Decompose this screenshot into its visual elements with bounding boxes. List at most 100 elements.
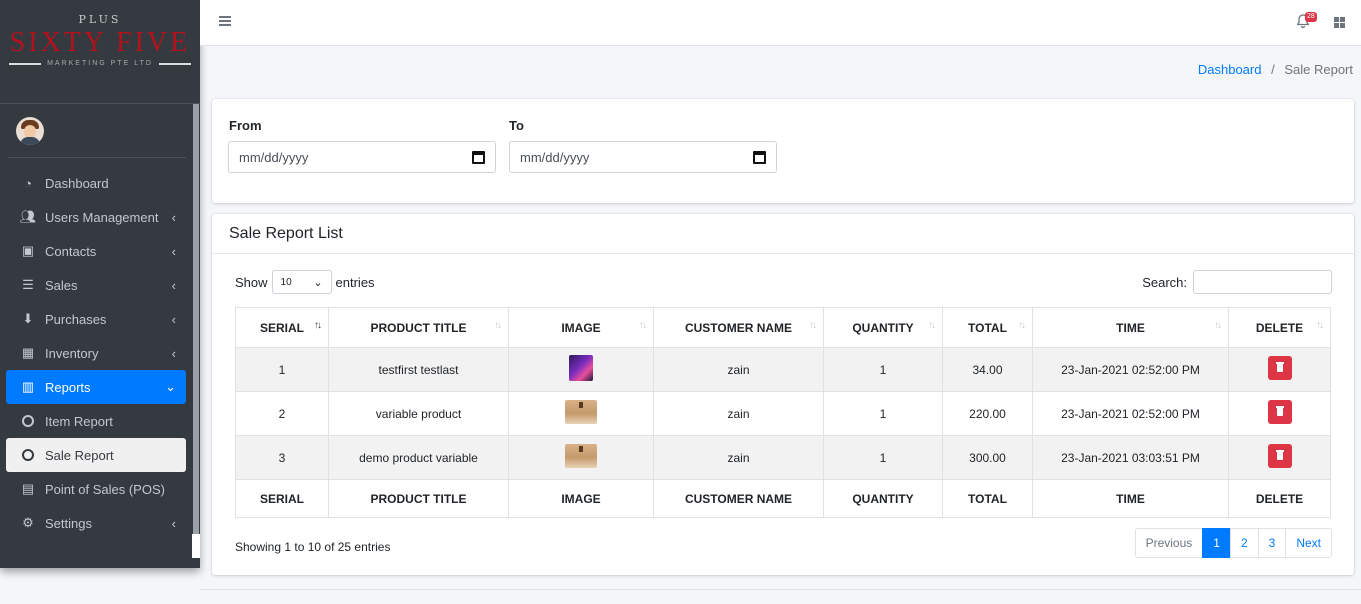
sidebar-item-label: Item Report: [45, 413, 113, 429]
menu-toggle-icon[interactable]: [219, 15, 231, 27]
brand-logo[interactable]: PLUS SIXTY FIVE MARKETING PTE LTD: [0, 0, 200, 104]
sort-icon: ↑↓: [809, 320, 817, 331]
table-row: 2 variable product zain 1 220.00 23-Jan-…: [235, 391, 1331, 436]
cell-customer-name: zain: [653, 391, 824, 436]
divider: [158, 62, 191, 65]
delete-button[interactable]: [1267, 356, 1292, 380]
sidebar-item-dashboard[interactable]: ◔ Dashboard: [6, 166, 186, 200]
scrollbar-thumb[interactable]: [193, 104, 199, 534]
search-control: Search:: [1142, 270, 1332, 294]
sidebar-scrollbar[interactable]: [192, 104, 200, 568]
sidebar-item-purchases[interactable]: ⬇ Purchases ‹: [6, 302, 186, 336]
footer-product-title: PRODUCT TITLE: [328, 479, 509, 518]
table-row: 3 demo product variable zain 1 300.00 23…: [235, 435, 1331, 480]
sort-icon: ↑↓: [494, 320, 502, 331]
sidebar-item-label: Inventory: [45, 345, 99, 361]
previous-page-button[interactable]: Previous: [1134, 528, 1204, 558]
cell-delete: [1228, 391, 1331, 436]
product-thumbnail: [569, 355, 593, 381]
column-header-image[interactable]: IMAGE ↑↓: [508, 307, 654, 348]
sidebar-item-settings[interactable]: ⚙ Settings ‹: [6, 506, 186, 540]
sidebar-item-sales[interactable]: ☰ Sales ‹: [6, 268, 186, 302]
breadcrumb-current: Sale Report: [1284, 62, 1353, 77]
sidebar-item-label: Sale Report: [45, 447, 114, 463]
page-3-button[interactable]: 3: [1257, 528, 1287, 558]
sale-report-card: Sale Report List Show 10 ⌄ entries Searc…: [212, 214, 1354, 575]
column-header-delete[interactable]: DELETE ↑↓: [1228, 307, 1331, 348]
breadcrumb-separator: /: [1271, 62, 1275, 77]
sidebar-item-item-report[interactable]: Item Report: [6, 404, 186, 438]
cell-delete: [1228, 435, 1331, 480]
calendar-icon[interactable]: [753, 150, 766, 164]
chevron-left-icon: ‹: [171, 243, 176, 259]
search-label: Search:: [1142, 274, 1187, 290]
sort-icon: ↑↓: [1018, 320, 1026, 331]
sort-icon: ↑↓: [639, 320, 647, 331]
bar-chart-icon: ▥: [21, 379, 35, 394]
column-header-product-title[interactable]: PRODUCT TITLE ↑↓: [328, 307, 509, 348]
chevron-left-icon: ‹: [171, 311, 176, 327]
entries-select[interactable]: 10 ⌄: [271, 270, 332, 294]
chevron-down-icon: ⌄: [165, 379, 176, 394]
calendar-icon[interactable]: [472, 150, 485, 164]
cubes-icon: ▦: [21, 345, 35, 360]
card-title: Sale Report List: [212, 214, 1354, 254]
pos-icon: ▤: [21, 481, 35, 496]
users-icon: 👥︎: [19, 209, 37, 224]
footer-quantity: QUANTITY: [823, 479, 943, 518]
delete-button[interactable]: [1267, 444, 1292, 468]
cell-time: 23-Jan-2021 03:03:51 PM: [1032, 435, 1229, 480]
from-date-input[interactable]: mm/dd/yyyy: [228, 141, 496, 173]
cell-quantity: 1: [823, 435, 943, 480]
circle-icon: [20, 413, 36, 429]
apps-grid-icon[interactable]: [1334, 17, 1345, 28]
column-header-total[interactable]: TOTAL ↑↓: [942, 307, 1033, 348]
product-thumbnail: [565, 400, 597, 424]
notifications-button[interactable]: 28: [1296, 12, 1317, 30]
sidebar-item-inventory[interactable]: ▦ Inventory ‹: [6, 336, 186, 370]
search-input[interactable]: [1193, 270, 1332, 294]
date-filter-card: From mm/dd/yyyy To mm/dd/yyyy: [212, 99, 1354, 203]
sidebar-item-reports[interactable]: ▥ Reports ⌄: [6, 370, 186, 404]
brand-tagline-row: MARKETING PTE LTD: [0, 60, 200, 67]
column-header-quantity[interactable]: QUANTITY ↑↓: [823, 307, 943, 348]
cell-total: 300.00: [942, 435, 1033, 480]
cell-total: 220.00: [942, 391, 1033, 436]
brand-top-text: PLUS: [78, 13, 122, 26]
sort-asc-icon: ↑↓: [314, 320, 322, 331]
cell-image: [508, 347, 654, 392]
to-date-input[interactable]: mm/dd/yyyy: [509, 141, 777, 173]
chevron-left-icon: ‹: [171, 277, 176, 293]
table-footer-row: SERIAL PRODUCT TITLE IMAGE CUSTOMER NAME…: [235, 479, 1331, 518]
sidebar-item-contacts[interactable]: ▣ Contacts ‹: [6, 234, 186, 268]
cell-quantity: 1: [823, 391, 943, 436]
sidebar-item-users-management[interactable]: 👥︎ Users Management ‹: [6, 200, 186, 234]
column-header-customer-name[interactable]: CUSTOMER NAME ↑↓: [653, 307, 824, 348]
cell-customer-name: zain: [653, 347, 824, 392]
page-2-button[interactable]: 2: [1229, 528, 1259, 558]
cell-serial: 3: [235, 435, 329, 480]
footer-image: IMAGE: [508, 479, 654, 518]
column-header-time[interactable]: TIME ↑↓: [1032, 307, 1229, 348]
cell-total: 34.00: [942, 347, 1033, 392]
download-circle-icon: ⬇: [22, 311, 34, 326]
column-header-serial[interactable]: SERIAL ↑↓: [235, 307, 329, 348]
topbar: 28: [200, 0, 1361, 46]
sidebar-item-label: Purchases: [45, 311, 107, 327]
footer-divider: [200, 589, 1361, 590]
sidebar-item-sale-report[interactable]: Sale Report: [6, 438, 186, 472]
next-page-button[interactable]: Next: [1285, 528, 1332, 558]
sidebar-item-pos[interactable]: ▤ Point of Sales (POS): [6, 472, 186, 506]
show-label: Show: [235, 274, 268, 290]
cell-serial: 2: [235, 391, 329, 436]
breadcrumb-dashboard-link[interactable]: Dashboard: [1198, 62, 1262, 77]
divider: [9, 62, 42, 65]
sidebar-item-label: Settings: [45, 515, 92, 531]
cell-time: 23-Jan-2021 02:52:00 PM: [1032, 391, 1229, 436]
cell-product-title: testfirst testlast: [328, 347, 509, 392]
user-panel[interactable]: [8, 104, 186, 158]
cell-image: [508, 435, 654, 480]
delete-button[interactable]: [1267, 400, 1292, 424]
avatar[interactable]: [16, 116, 44, 145]
page-1-button[interactable]: 1: [1202, 528, 1231, 558]
